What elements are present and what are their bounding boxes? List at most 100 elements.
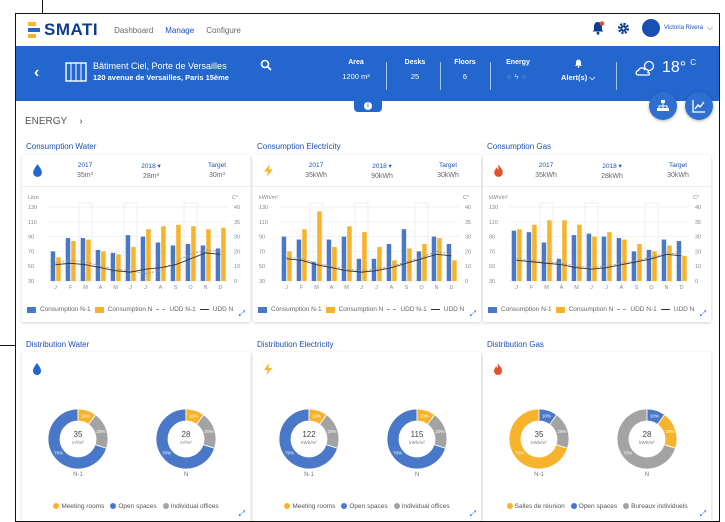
search-icon[interactable] (260, 59, 272, 71)
y-unit-label: kWh/m² (259, 195, 278, 201)
chart-legend: Consumption N-1 Consumption N UDD N-1 UDD N (258, 306, 464, 313)
donut-pct-label: 20% (557, 429, 566, 434)
x-tick-label: M (544, 285, 549, 291)
notification-bell-icon[interactable] (591, 21, 605, 35)
donut-pct-label: 20% (204, 429, 213, 434)
legend-label[interactable]: UDD N (213, 306, 234, 313)
donut-period-label: N (183, 472, 189, 478)
hierarchy-view-button[interactable] (649, 92, 677, 120)
y-tick-label: 90 (489, 235, 495, 241)
summary-col-label: 2018 ▾ (141, 162, 161, 170)
summary-col[interactable]: 2018 ▾ 28kWh (579, 162, 645, 180)
summary-col: 2017 35kWh (283, 162, 349, 179)
line-chart-icon (692, 100, 705, 113)
summary-col: Target 30m³ (184, 162, 250, 179)
x-tick-label: J (605, 285, 608, 291)
donut-pct-label: 10% (189, 414, 198, 419)
legend-swatch (156, 309, 166, 310)
summary-col[interactable]: 2018 ▾ 28m³ (118, 162, 184, 180)
energy-type-icons: ◌ϟ◌ (507, 72, 529, 81)
legend-item[interactable]: Individual offices (162, 503, 219, 510)
legend-swatch (258, 306, 267, 313)
bar-n-1 (646, 249, 652, 281)
bar-n (517, 229, 522, 281)
donut-pct-label: 20% (665, 429, 674, 434)
building-title: Bâtiment Ciel, Porte de Versailles 120 a… (93, 61, 229, 83)
donut-period-label: N-1 (534, 472, 544, 478)
nav-manage[interactable]: Manage (165, 26, 194, 35)
main-nav: Dashboard Manage Configure (114, 26, 241, 35)
bar-n (437, 238, 442, 281)
legend-item[interactable]: Meeting rooms (284, 503, 335, 510)
legend-label[interactable]: Consumption N-1 (271, 306, 322, 313)
y-tick-label: 30 (28, 279, 34, 285)
legend-label[interactable]: Consumption N-1 (40, 306, 91, 313)
legend-item[interactable]: Open spaces (570, 503, 618, 510)
legend-label[interactable]: UDD N-1 (630, 306, 656, 313)
legend-label[interactable]: Consumption N (108, 306, 153, 313)
user-menu[interactable]: Victoria Rivera ⌵ (642, 19, 713, 37)
legend-label: Open spaces (118, 503, 157, 510)
x-tick-label: A (159, 285, 163, 291)
nav-configure[interactable]: Configure (206, 26, 241, 35)
legend-item[interactable]: Individual offices (393, 503, 450, 510)
kpi-energy[interactable]: Energy ◌ϟ◌ (500, 59, 536, 81)
bar-n-1 (356, 258, 362, 281)
nav-dashboard[interactable]: Dashboard (114, 26, 153, 35)
summary-col: Target 30kWh (415, 162, 481, 179)
y-tick-label: 50 (259, 264, 265, 270)
back-arrow-icon[interactable]: ‹ (34, 64, 39, 82)
expand-icon[interactable]: ⤢ (239, 509, 245, 519)
chart-view-button[interactable] (685, 92, 713, 120)
y2-tick-label: 20 (465, 249, 471, 255)
distribution-donut: 70% 10% 20% 115kWh/m² (386, 408, 448, 470)
legend-label: Open spaces (578, 503, 618, 510)
legend-item[interactable]: Meeting rooms (53, 503, 104, 510)
info-toggle[interactable]: i (354, 100, 382, 112)
kpi-alerts-label: Alert(s) (560, 73, 588, 82)
expand-icon[interactable]: ⤢ (470, 509, 476, 519)
legend-item[interactable]: Salles de réunion (506, 503, 565, 510)
donut-pct-label: 20% (96, 429, 105, 434)
x-tick-label: S (174, 285, 178, 291)
bar-n-1 (65, 238, 71, 281)
bar-n (392, 260, 397, 281)
legend-swatch (325, 306, 335, 313)
kpi-alerts[interactable]: Alert(s) ⌵ (556, 59, 600, 83)
legend-label[interactable]: UDD N-1 (400, 306, 426, 313)
legend-item[interactable]: Open spaces (110, 503, 157, 510)
summary-col-label: 2017 (538, 162, 554, 169)
legend-item[interactable]: Bureaux individuels (623, 503, 687, 510)
chevron-down-icon: ⌵ (589, 73, 596, 82)
expand-icon[interactable]: ⤢ (239, 309, 245, 319)
expand-icon[interactable]: ⤢ (470, 309, 476, 319)
bar-n (161, 226, 166, 281)
expand-icon[interactable]: ⤢ (700, 509, 706, 519)
y-tick-label: 130 (489, 205, 498, 211)
legend-label[interactable]: UDD N-1 (169, 306, 195, 313)
logo-mark-icon (28, 22, 40, 38)
legend-dot (506, 503, 513, 510)
breadcrumb-energy[interactable]: ENERGY (25, 116, 67, 127)
smati-logo[interactable]: SMATI (28, 20, 98, 40)
legend-swatch (27, 306, 36, 313)
avatar (642, 19, 661, 37)
summary-col[interactable]: 2018 ▾ 90kWh (349, 162, 415, 180)
consumption-card: 2017 35kWh 2018 ▾ 90kWh Target 30kWh kWh/m² C° 1… (253, 155, 481, 322)
legend-label[interactable]: Consumption N (569, 306, 614, 313)
y2-unit-label: C° (693, 195, 699, 201)
distribution-legend: Meeting rooms Open spaces Individual offic… (22, 503, 250, 510)
y-tick-label: 130 (28, 205, 37, 211)
legend-label[interactable]: UDD N (444, 306, 465, 313)
legend-label[interactable]: Consumption N (339, 306, 384, 313)
settings-gear-icon[interactable] (617, 22, 630, 35)
legend-item[interactable]: Open spaces (341, 503, 388, 510)
breadcrumb: ENERGY › (25, 116, 83, 127)
legend-label[interactable]: UDD N (674, 306, 695, 313)
y-tick-label: 130 (259, 205, 268, 211)
y2-tick-label: 30 (234, 235, 240, 241)
expand-icon[interactable]: ⤢ (700, 309, 706, 319)
x-tick-label: D (680, 285, 684, 291)
legend-label[interactable]: Consumption N-1 (501, 306, 552, 313)
building-address: 120 avenue de Versailles, Paris 15ème (93, 73, 229, 82)
